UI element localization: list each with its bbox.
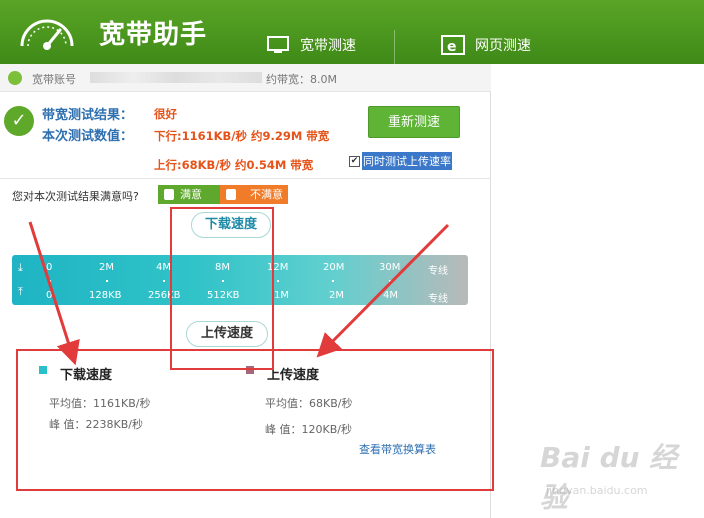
monitor-icon (267, 36, 289, 53)
upload-arrow-icon: ⤒ (18, 285, 23, 298)
checkbox-mark[interactable]: ✔ (349, 155, 360, 167)
download-result: 下行:1161KB/秒 约9.29M 带宽 (154, 129, 330, 143)
download-tick: 2M (99, 262, 114, 273)
watermark-brand: Bai du 经验 (540, 441, 678, 514)
satisfied-label: 满意 (180, 188, 202, 201)
upload-tick: 128KB (89, 290, 122, 301)
unsatisfied-button[interactable]: 不满意 (220, 185, 288, 204)
download-arrow-icon: ⤓ (18, 261, 23, 274)
tab-broadband-speed[interactable]: 宽带测速 (266, 26, 356, 64)
tab-label: 宽带测速 (300, 38, 356, 54)
thumbs-up-icon (164, 189, 174, 200)
download-tick: 4M (156, 262, 171, 273)
upload-tick: 4M (383, 290, 398, 301)
upload-test-checkbox[interactable]: ✔ 同时测试上传速率 (349, 152, 452, 170)
upload-result: 上行:68KB/秒 约0.54M 带宽 (154, 158, 314, 172)
upload-tick: 1M (274, 290, 289, 301)
thumbs-down-icon (226, 189, 236, 200)
retest-button[interactable]: 重新测速 (368, 106, 460, 138)
check-success-icon: ✓ (4, 106, 34, 136)
download-tick: 专线 (428, 266, 448, 277)
tab-divider (394, 30, 395, 64)
bandwidth-label: 约带宽：8.0M (266, 73, 337, 86)
account-bar: 宽带账号 约带宽：8.0M (0, 64, 491, 92)
data-label: 本次测试数值： (42, 129, 134, 144)
watermark: Bai du 经验 jingyan.baidu.com (540, 436, 690, 514)
annotation-box-scale (170, 207, 274, 370)
upload-tick: 0 (46, 290, 53, 301)
browser-e-icon: e (441, 35, 465, 55)
annotation-box-stats (16, 349, 494, 491)
feedback-question: 您对本次测试结果满意吗? (12, 190, 139, 203)
tab-label: 网页测速 (475, 38, 531, 54)
result-value: 很好 (154, 107, 177, 121)
result-label: 带宽测试结果： (42, 108, 134, 123)
unsatisfied-label: 不满意 (250, 188, 283, 201)
svg-text:e: e (447, 39, 457, 55)
download-tick: 0 (46, 262, 53, 273)
upload-tick: 2M (329, 290, 344, 301)
download-tick: 30M (379, 262, 401, 273)
download-tick: 20M (323, 262, 345, 273)
account-label: 宽带账号 (32, 73, 76, 86)
tab-webpage-speed[interactable]: e 网页测速 (441, 26, 531, 64)
satisfied-button[interactable]: 满意 (158, 185, 220, 204)
account-blurred-value (90, 72, 262, 83)
upload-tick: 专线 (428, 294, 448, 305)
section-divider (0, 178, 491, 179)
user-icon (8, 71, 22, 85)
header-bar: 宽带助手 宽带测速 e 网页测速 (0, 0, 704, 64)
watermark-url: jingyan.baidu.com (546, 484, 648, 497)
app-window: 宽带助手 宽带测速 e 网页测速 宽带账号 约带宽：8.0M ✓ 带宽测试结果：… (0, 0, 704, 518)
speedometer-logo-icon (20, 19, 74, 50)
app-title: 宽带助手 (99, 20, 208, 50)
checkbox-label: 同时测试上传速率 (362, 152, 452, 170)
